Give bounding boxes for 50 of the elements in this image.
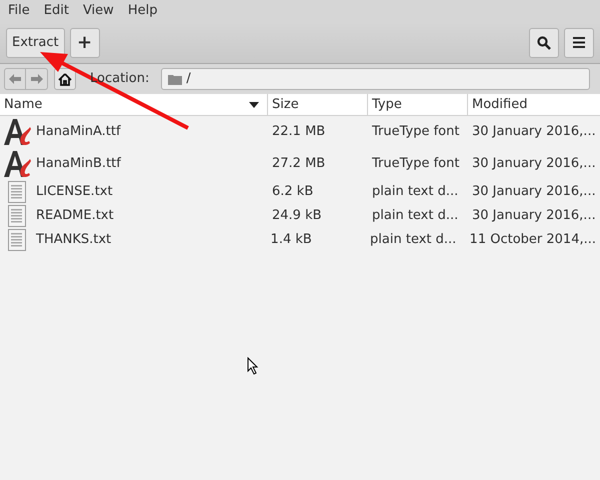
search-button[interactable]: [529, 28, 559, 58]
forward-button[interactable]: [26, 68, 48, 90]
file-size: 1.4 kB: [270, 231, 313, 250]
home-button[interactable]: [54, 68, 76, 90]
file-type: plain text d...: [371, 207, 460, 226]
file-modified: 30 January 2016,...: [471, 183, 597, 202]
menu-item[interactable]: Edit: [40, 1, 73, 21]
file-type: TrueType font: [371, 123, 460, 142]
column-header[interactable]: Size: [268, 94, 368, 115]
back-button[interactable]: [4, 68, 26, 90]
file-size: 6.2 kB: [271, 183, 314, 202]
text-file-icon: [8, 181, 26, 203]
mouse-cursor-icon: [247, 357, 259, 375]
left-arrow-icon: [9, 74, 21, 84]
file-size: 27.2 MB: [271, 155, 326, 174]
file-name[interactable]: HanaMinA.ttf: [36, 122, 121, 142]
file-name[interactable]: LICENSE.txt: [36, 182, 113, 202]
text-file-icon: [8, 229, 26, 251]
file-name[interactable]: README.txt: [36, 206, 114, 226]
file-size: 24.9 kB: [271, 207, 323, 226]
font-file-icon: [2, 117, 32, 147]
file-name[interactable]: THANKS.txt: [36, 230, 112, 250]
location-field[interactable]: /: [161, 68, 590, 90]
location-path: /: [186, 70, 191, 88]
file-modified: 11 October 2014,...: [468, 231, 597, 250]
search-icon: [537, 36, 551, 50]
file-type: TrueType font: [371, 155, 460, 174]
menu-item[interactable]: View: [78, 1, 118, 21]
menu-button[interactable]: [564, 28, 594, 58]
file-type: plain text d...: [371, 183, 460, 202]
file-name[interactable]: HanaMinB.ttf: [36, 154, 121, 174]
extract-button[interactable]: Extract: [6, 28, 65, 58]
column-header[interactable]: Type: [368, 94, 468, 115]
file-modified: 30 January 2016,...: [471, 207, 597, 226]
font-file-icon: [2, 149, 32, 179]
sort-arrow-icon: [249, 102, 259, 108]
add-button[interactable]: +: [70, 28, 100, 58]
menu-item[interactable]: Help: [124, 1, 162, 21]
file-modified: 30 January 2016,...: [471, 123, 597, 142]
column-header[interactable]: Name: [0, 94, 268, 115]
menu-icon: [573, 37, 585, 48]
file-type: plain text d...: [369, 231, 458, 250]
right-arrow-icon: [30, 74, 42, 84]
home-icon: [58, 72, 72, 86]
file-size: 22.1 MB: [271, 123, 326, 142]
menu-item[interactable]: File: [4, 1, 34, 21]
column-header[interactable]: Modified: [468, 94, 600, 115]
folder-icon: [168, 74, 182, 84]
file-modified: 30 January 2016,...: [471, 155, 597, 174]
text-file-icon: [8, 205, 26, 227]
